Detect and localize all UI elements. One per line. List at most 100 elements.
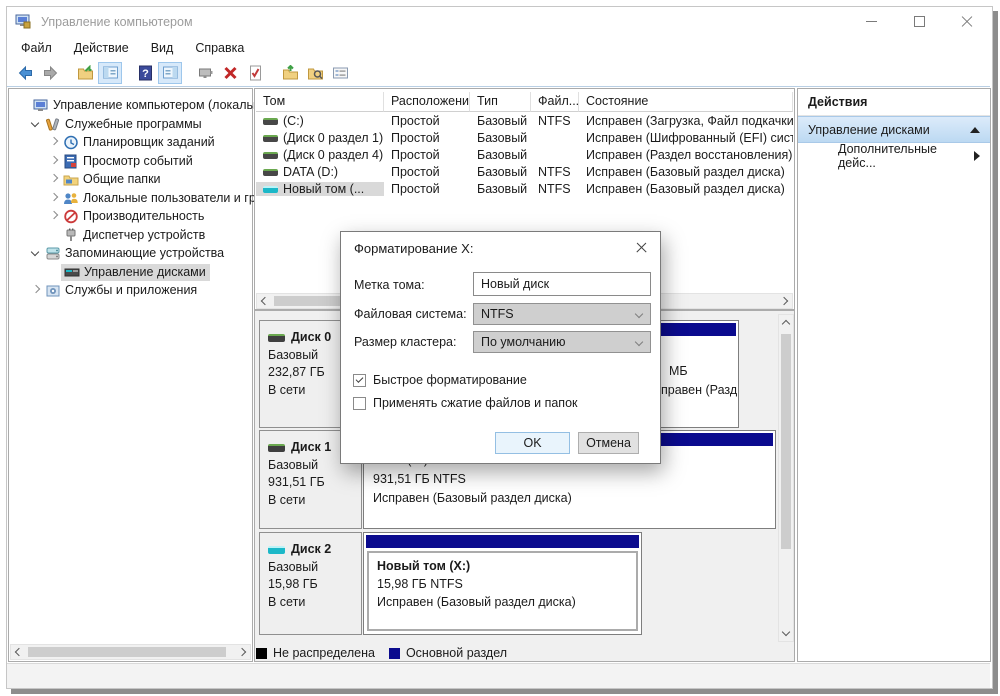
forward-icon[interactable] xyxy=(38,62,62,84)
computer-management-app-icon xyxy=(15,14,31,29)
volume-icon xyxy=(263,152,278,159)
close-icon xyxy=(961,16,973,28)
column-header-layout[interactable]: Расположение xyxy=(384,92,470,112)
toolbar: ? xyxy=(7,60,990,87)
event-viewer-icon xyxy=(63,154,79,169)
chevron-right-icon[interactable] xyxy=(47,172,61,186)
disk-management-icon xyxy=(64,265,80,280)
folder-find-icon[interactable] xyxy=(303,62,327,84)
menu-bar: Файл Действие Вид Справка xyxy=(7,36,990,60)
tree-item-task-scheduler[interactable]: Планировщик заданий xyxy=(9,133,290,151)
maximize-button[interactable] xyxy=(902,11,936,33)
properties-icon[interactable] xyxy=(328,62,352,84)
partition-legend: Не распределена Основной раздел xyxy=(256,645,794,661)
disk2-partition-selected[interactable]: Новый том (X:) 15,98 ГБ NTFS Исправен (Б… xyxy=(363,532,642,635)
scroll-right-icon[interactable] xyxy=(780,296,790,306)
scrollbar-thumb[interactable] xyxy=(781,334,791,549)
chevron-right-icon[interactable] xyxy=(47,154,61,168)
show-console-tree-icon[interactable] xyxy=(98,62,122,84)
tree-horizontal-scrollbar[interactable] xyxy=(10,644,251,660)
tree-item-services-applications[interactable]: Службы и приложения xyxy=(9,281,272,299)
menu-help[interactable]: Справка xyxy=(195,41,244,55)
tree-item-system-tools[interactable]: Служебные программы xyxy=(9,115,272,133)
volume-icon xyxy=(263,135,278,142)
tree-item-label: Служебные программы xyxy=(65,117,202,131)
primary-partition-swatch xyxy=(389,648,400,659)
chevron-right-icon[interactable] xyxy=(29,283,43,297)
task-scheduler-icon xyxy=(63,135,79,150)
cluster-size-select[interactable]: По умолчанию xyxy=(473,331,651,353)
computer-icon xyxy=(33,98,49,113)
tree-item-device-manager[interactable]: Диспетчер устройств xyxy=(9,226,290,244)
menu-file[interactable]: Файл xyxy=(21,41,52,55)
tree-item-event-viewer[interactable]: Просмотр событий xyxy=(9,152,290,170)
tree-item-storage[interactable]: Запоминающие устройства xyxy=(9,244,272,262)
svg-text:?: ? xyxy=(142,68,149,80)
table-row[interactable]: (Диск 0 раздел 4) ПростойБазовый Исправе… xyxy=(256,146,793,163)
back-icon[interactable] xyxy=(13,62,37,84)
quick-format-checkbox[interactable] xyxy=(353,374,366,387)
partition-name: Новый том (X:) xyxy=(377,557,636,575)
close-button[interactable] xyxy=(950,11,984,33)
monitor-icon[interactable] xyxy=(193,62,217,84)
status-bar xyxy=(7,663,990,688)
tree-item-computer-management[interactable]: Управление компьютером (локальным) xyxy=(9,96,260,114)
compression-checkbox[interactable] xyxy=(353,397,366,410)
column-header-type[interactable]: Тип xyxy=(470,92,531,112)
minimize-button[interactable] xyxy=(854,11,888,33)
table-row-selected[interactable]: Новый том (... ПростойБазовый NTFSИсправ… xyxy=(256,180,793,197)
ok-button[interactable]: OK xyxy=(495,432,570,454)
partition-size: 931,51 ГБ NTFS xyxy=(373,470,773,489)
quick-format-checkbox-row[interactable]: Быстрое форматирование xyxy=(353,373,527,387)
compression-checkbox-row[interactable]: Применять сжатие файлов и папок xyxy=(353,396,578,410)
help-icon[interactable]: ? xyxy=(133,62,157,84)
scroll-right-icon[interactable] xyxy=(238,647,248,657)
table-row[interactable]: DATA (D:) ПростойБазовый NTFSИсправен (Б… xyxy=(256,163,793,180)
unallocated-swatch xyxy=(256,648,267,659)
column-header-volume[interactable]: Том xyxy=(256,92,384,112)
tree-item-disk-management[interactable]: Управление дисками xyxy=(9,263,290,281)
disk2-header[interactable]: Диск 2 Базовый 15,98 ГБ В сети xyxy=(259,532,362,635)
chevron-down-icon[interactable] xyxy=(29,117,43,131)
column-header-filesystem[interactable]: Файл... xyxy=(531,92,579,112)
actions-pane: Действия Управление дисками Дополнительн… xyxy=(797,88,991,662)
chevron-right-icon[interactable] xyxy=(47,209,61,223)
scrollbar-thumb[interactable] xyxy=(28,647,226,657)
column-header-status[interactable]: Состояние xyxy=(579,92,793,112)
scroll-up-icon[interactable] xyxy=(781,318,791,328)
export-list-icon[interactable] xyxy=(73,62,97,84)
cancel-button[interactable]: Отмена xyxy=(578,432,639,454)
actions-more-actions[interactable]: Дополнительные дейс... xyxy=(798,143,990,168)
menu-action[interactable]: Действие xyxy=(74,41,129,55)
check-document-icon[interactable] xyxy=(243,62,267,84)
disk-size: 15,98 ГБ xyxy=(268,576,355,594)
scroll-down-icon[interactable] xyxy=(781,628,791,638)
show-action-pane-icon[interactable] xyxy=(158,62,182,84)
chevron-right-icon[interactable] xyxy=(47,191,61,205)
table-row[interactable]: (C:) ПростойБазовый NTFSИсправен (Загруз… xyxy=(256,112,793,129)
dialog-close-icon[interactable] xyxy=(634,240,650,256)
folder-up-icon[interactable] xyxy=(278,62,302,84)
performance-icon xyxy=(63,209,79,224)
submenu-arrow-icon xyxy=(974,151,980,161)
scroll-left-icon[interactable] xyxy=(259,296,269,306)
disk-name: Диск 1 xyxy=(291,439,331,457)
actions-group-disk-management[interactable]: Управление дисками xyxy=(798,116,990,143)
device-manager-icon xyxy=(63,228,79,243)
format-dialog: Форматирование X: Метка тома: Новый диск… xyxy=(340,231,661,464)
tree-item-local-users-groups[interactable]: Локальные пользователи и групп xyxy=(9,189,290,207)
volume-label-input[interactable]: Новый диск xyxy=(473,272,651,296)
disk-pane-vertical-scrollbar[interactable] xyxy=(778,314,794,642)
tree-item-performance[interactable]: Производительность xyxy=(9,207,290,225)
scroll-left-icon[interactable] xyxy=(13,647,23,657)
chevron-down-icon[interactable] xyxy=(29,246,43,260)
volume-icon xyxy=(263,118,278,125)
disk-type: Базовый xyxy=(268,559,355,577)
delete-icon[interactable] xyxy=(218,62,242,84)
file-system-select[interactable]: NTFS xyxy=(473,303,651,325)
table-row[interactable]: (Диск 0 раздел 1) ПростойБазовый Исправе… xyxy=(256,129,793,146)
tree-item-shared-folders[interactable]: Общие папки xyxy=(9,170,290,188)
chevron-right-icon[interactable] xyxy=(47,135,61,149)
menu-view[interactable]: Вид xyxy=(151,41,174,55)
collapse-icon[interactable] xyxy=(970,127,980,133)
